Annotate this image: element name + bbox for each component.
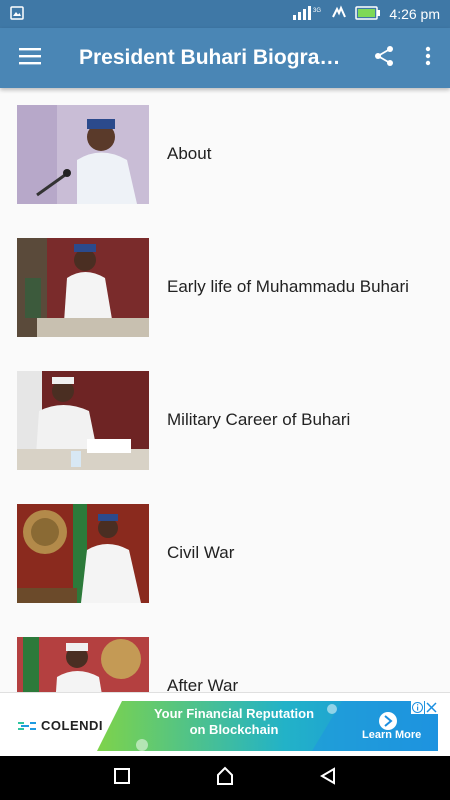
list-item[interactable]: Military Career of Buhari bbox=[0, 365, 450, 475]
more-vert-icon bbox=[425, 46, 431, 71]
charging-icon bbox=[331, 4, 347, 24]
recents-square-icon bbox=[113, 767, 131, 790]
list-item[interactable]: About bbox=[0, 99, 450, 209]
status-time: 4:26 pm bbox=[389, 6, 440, 22]
battery-icon bbox=[355, 5, 381, 23]
list-item[interactable]: After War bbox=[0, 631, 450, 692]
list-item[interactable]: Civil War bbox=[0, 498, 450, 608]
system-nav-bar bbox=[0, 756, 450, 800]
ad-headline-line1: Your Financial Reputation bbox=[153, 706, 315, 721]
signal-icon: 3G bbox=[293, 5, 323, 24]
image-icon bbox=[10, 5, 24, 23]
back-button[interactable] bbox=[308, 758, 348, 798]
home-button[interactable] bbox=[205, 758, 245, 798]
more-options-button[interactable] bbox=[406, 28, 450, 88]
share-button[interactable] bbox=[362, 28, 406, 88]
thumbnail-image bbox=[17, 104, 149, 204]
ad-info-icon[interactable] bbox=[411, 701, 424, 714]
menu-button[interactable] bbox=[0, 28, 60, 88]
back-triangle-icon bbox=[319, 766, 337, 790]
share-icon bbox=[373, 45, 395, 72]
ad-headline-line2: on Blockchain bbox=[189, 722, 279, 737]
list-item-label: Military Career of Buhari bbox=[167, 410, 351, 429]
recents-button[interactable] bbox=[102, 758, 142, 798]
app-bar: President Buhari Biograp... bbox=[0, 28, 450, 88]
thumbnail-image bbox=[17, 237, 149, 337]
status-bar: 3G 4:26 pm bbox=[0, 0, 450, 28]
chapter-list: About Early life of Muhammadu Buhari Mil… bbox=[0, 88, 450, 692]
ad-banner[interactable]: COLENDI Your Financial Reputation on Blo… bbox=[12, 701, 438, 751]
home-icon bbox=[215, 766, 235, 791]
ad-area: COLENDI Your Financial Reputation on Blo… bbox=[0, 692, 450, 756]
ad-brand-logo: COLENDI bbox=[18, 718, 103, 733]
ad-close-icon[interactable] bbox=[425, 701, 438, 714]
ad-cta-button[interactable]: Learn More bbox=[362, 729, 421, 741]
thumbnail-image bbox=[17, 636, 149, 692]
thumbnail-image bbox=[17, 370, 149, 470]
ad-headline: Your Financial Reputation on Blockchain bbox=[134, 706, 334, 738]
page-title: President Buhari Biograp... bbox=[79, 46, 342, 69]
menu-icon bbox=[19, 47, 41, 70]
list-item-label: Early life of Muhammadu Buhari bbox=[167, 277, 409, 296]
svg-text:3G: 3G bbox=[313, 8, 321, 14]
list-item-label: After War bbox=[167, 676, 239, 692]
list-item-label: Civil War bbox=[167, 543, 235, 562]
list-item[interactable]: Early life of Muhammadu Buhari bbox=[0, 232, 450, 342]
thumbnail-image bbox=[17, 503, 149, 603]
list-item-label: About bbox=[167, 144, 212, 163]
ad-brand-name: COLENDI bbox=[41, 718, 103, 733]
